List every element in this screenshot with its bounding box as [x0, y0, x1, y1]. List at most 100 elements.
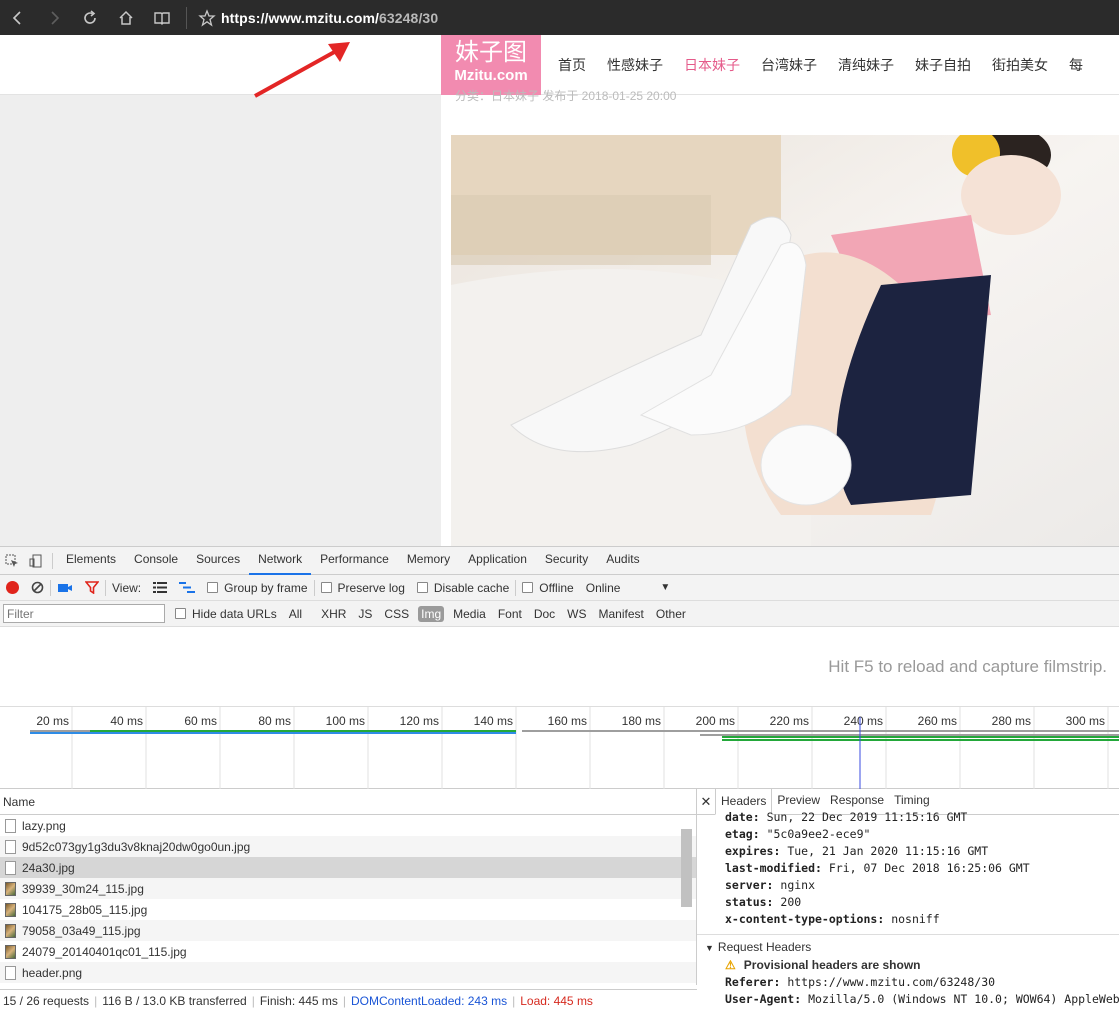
toolbar-divider — [515, 579, 517, 596]
type-filter[interactable]: Font — [495, 606, 525, 622]
header-key: x-content-type-options: — [725, 912, 885, 926]
nav-link[interactable]: 街拍美女 — [992, 55, 1048, 75]
inspect-element-icon[interactable] — [0, 547, 24, 574]
back-icon[interactable] — [0, 0, 36, 35]
header-value: Tue, 21 Jan 2020 11:15:16 GMT — [787, 844, 989, 858]
throttling-value: Online — [585, 580, 621, 595]
devtools-tab[interactable]: Performance — [311, 546, 398, 575]
toolbar-divider — [105, 579, 106, 596]
timeline-tick-label: 20 ms — [36, 714, 69, 728]
request-row[interactable]: 24a30.jpg — [0, 857, 696, 878]
checkbox-box — [522, 582, 534, 593]
file-icon — [5, 881, 16, 896]
header-row: User-Agent: Mozilla/5.0 (Windows NT 10.0… — [697, 991, 1119, 1008]
devtools-tab[interactable]: Memory — [398, 546, 459, 575]
devtools-tab[interactable]: Security — [536, 546, 597, 575]
nav-link[interactable]: 每 — [1069, 55, 1083, 75]
finish-time: Finish: 445 ms — [259, 993, 338, 1008]
header-key: status: — [725, 895, 774, 909]
url-path: 63248/30 — [379, 9, 439, 26]
request-list-scrollbar[interactable] — [681, 829, 692, 907]
devtools-tab[interactable]: Elements — [57, 546, 125, 575]
offline-checkbox[interactable]: Offline — [522, 581, 574, 595]
disable-cache-checkbox[interactable]: Disable cache — [416, 581, 509, 595]
type-filter[interactable]: Media — [450, 606, 489, 622]
type-filter[interactable]: Other — [653, 606, 689, 622]
close-icon[interactable]: ✕ — [697, 794, 715, 810]
file-icon — [5, 965, 16, 980]
name-column-header[interactable]: Name — [0, 789, 696, 815]
header-key: server: — [725, 878, 774, 892]
post-meta: 分类：日本妹子 发布于 2018-01-25 20:00 — [455, 89, 677, 103]
request-headers-section[interactable]: ▼ Request Headers — [697, 934, 1119, 956]
nav-link[interactable]: 清纯妹子 — [838, 55, 894, 75]
request-row[interactable]: 104175_28b05_115.jpg — [0, 899, 696, 920]
transferred-size: 116 B / 13.0 KB transferred — [102, 993, 247, 1008]
devtools-tab[interactable]: Console — [125, 546, 187, 575]
header-key: etag: — [725, 827, 760, 841]
hide-data-urls-checkbox[interactable]: Hide data URLs — [175, 607, 277, 621]
devtools-tabs: Elements Console Sources Network Performance… — [57, 546, 649, 575]
gallery-photo[interactable] — [451, 135, 1119, 546]
request-row[interactable]: header.png — [0, 962, 696, 983]
home-icon[interactable] — [108, 0, 144, 35]
header-value: Fri, 07 Dec 2018 16:25:06 GMT — [828, 861, 1030, 875]
timeline-tick-label: 220 ms — [770, 714, 809, 728]
checkbox-box — [320, 582, 332, 593]
request-count: 15 / 26 requests — [3, 993, 90, 1008]
clear-button[interactable] — [31, 581, 44, 594]
favorite-star-icon[interactable] — [193, 0, 221, 35]
throttling-select[interactable]: Online ▼ — [586, 581, 671, 595]
nav-link[interactable]: 日本妹子 — [684, 55, 740, 75]
type-filter[interactable]: WS — [564, 606, 589, 622]
nav-link[interactable]: 台湾妹子 — [761, 55, 817, 75]
headers-content: date: Sun, 22 Dec 2019 11:15:16 GMT etag:… — [697, 809, 1119, 1008]
refresh-icon[interactable] — [72, 0, 108, 35]
record-button[interactable] — [6, 581, 19, 594]
provisional-warning-text: Provisional headers are shown — [743, 958, 921, 972]
type-filter[interactable]: JS — [355, 606, 375, 622]
preserve-log-label: Preserve log — [337, 580, 405, 595]
header-row: server: nginx — [697, 877, 1119, 894]
request-row[interactable]: 9d52c073gy1g3du3v8knaj20dw0go0un.jpg — [0, 836, 696, 857]
nav-link[interactable]: 性感妹子 — [607, 55, 663, 75]
request-row[interactable]: lazy.png — [0, 815, 696, 836]
large-rows-button[interactable] — [153, 582, 168, 593]
timeline-tick-label: 300 ms — [1066, 714, 1105, 728]
devtools-tab[interactable]: Network — [249, 546, 312, 575]
nav-link[interactable]: 妹子自拍 — [915, 55, 971, 75]
screenshot-button[interactable] — [57, 582, 73, 594]
timeline-tick-label: 40 ms — [110, 714, 143, 728]
filter-input[interactable] — [3, 604, 165, 623]
request-rows: lazy.png 9d52c073gy1g3du3v8knaj20dw0go0un… — [0, 815, 696, 983]
device-toolbar-icon[interactable] — [24, 547, 48, 574]
address-bar[interactable]: https://www.mzitu.com/63248/30 — [221, 10, 438, 26]
network-overview-timeline[interactable]: 20 ms 40 ms 60 ms 80 ms 100 ms 120 ms 140 ms 16… — [0, 707, 1119, 789]
site-header: 妹子图 Mzitu.com 首页 性感妹子 日本妹子 台湾妹子 清纯妹子 妹子自拍 街拍美女… — [0, 35, 1119, 95]
response-headers: date: Sun, 22 Dec 2019 11:15:16 GMT etag:… — [697, 809, 1119, 928]
nav-link[interactable]: 首页 — [558, 55, 586, 75]
request-headers: Referer: https://www.mzitu.com/63248/30 U… — [697, 974, 1119, 1008]
header-row: date: Sun, 22 Dec 2019 11:15:16 GMT — [697, 809, 1119, 826]
reading-view-icon[interactable] — [144, 0, 180, 35]
group-by-frame-checkbox[interactable]: Group by frame — [207, 581, 308, 595]
devtools-tab[interactable]: Audits — [597, 546, 648, 575]
request-name: 24a30.jpg — [22, 860, 75, 875]
logo-text-cn: 妹子图 — [455, 38, 527, 66]
site-logo[interactable]: 妹子图 Mzitu.com — [441, 35, 541, 95]
type-filter[interactable]: Manifest — [596, 606, 647, 622]
request-row[interactable]: 39939_30m24_115.jpg — [0, 878, 696, 899]
devtools-tab[interactable]: Sources — [187, 546, 249, 575]
overview-button[interactable] — [179, 582, 196, 593]
preserve-log-checkbox[interactable]: Preserve log — [320, 580, 405, 595]
filter-toggle-button[interactable] — [85, 581, 99, 594]
forward-icon[interactable] — [36, 0, 72, 35]
request-row[interactable]: 24079_20140401qc01_115.jpg — [0, 941, 696, 962]
type-filter[interactable]: Doc — [531, 606, 558, 622]
devtools-tab[interactable]: Application — [459, 546, 536, 575]
type-filter[interactable]: Img — [418, 605, 445, 622]
type-filter[interactable]: XHR — [318, 606, 349, 622]
type-filter[interactable]: All — [286, 606, 305, 622]
request-row[interactable]: 79058_03a49_115.jpg — [0, 920, 696, 941]
type-filter[interactable]: CSS — [381, 606, 412, 622]
